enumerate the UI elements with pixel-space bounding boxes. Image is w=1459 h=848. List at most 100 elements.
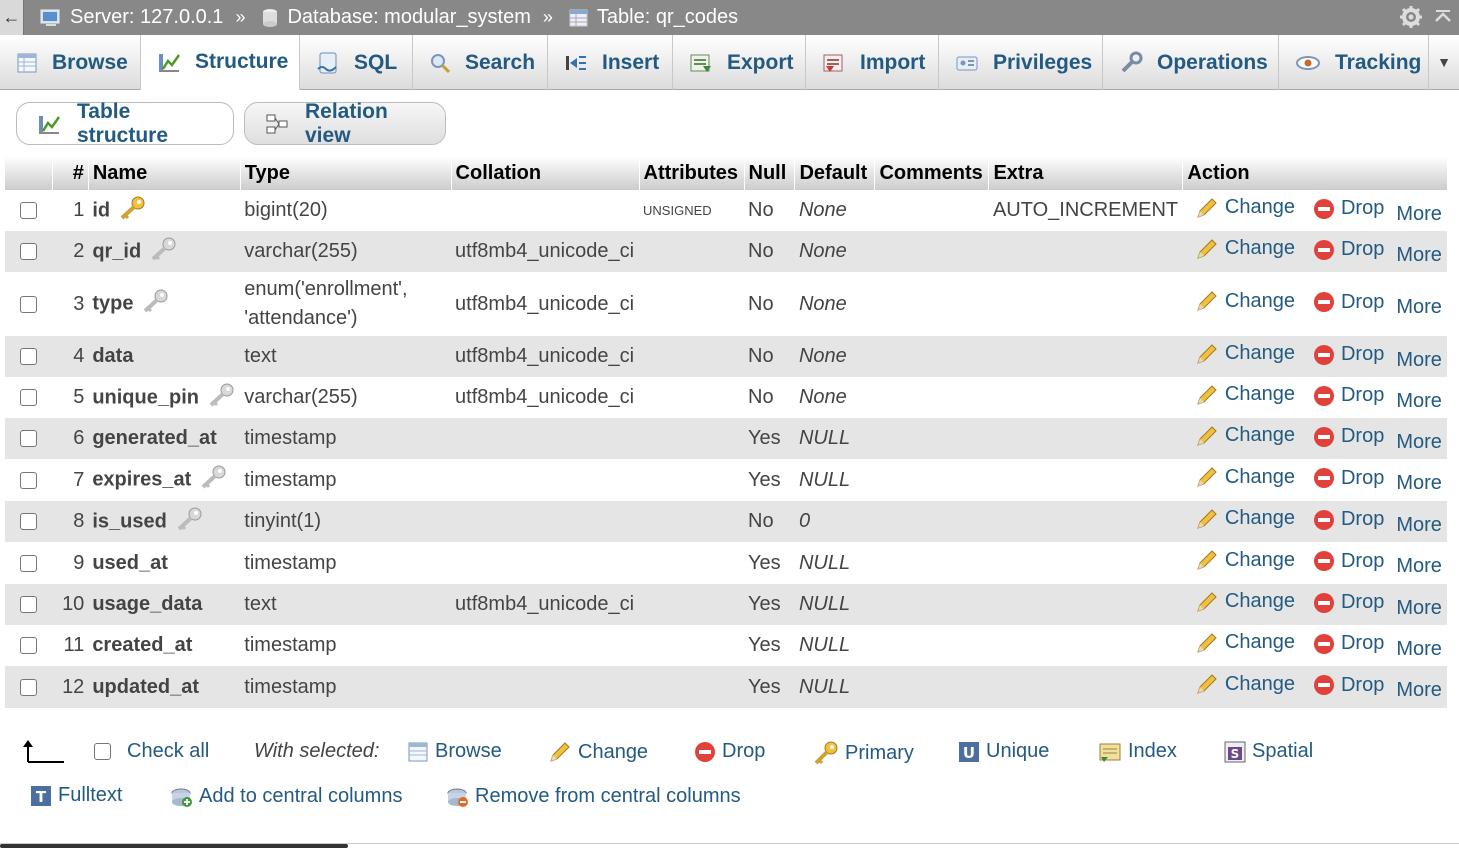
change-label[interactable]: Change: [1225, 342, 1295, 365]
drop-label[interactable]: Drop: [1341, 238, 1384, 261]
change-button[interactable]: Change: [1195, 672, 1295, 696]
bulk-drop-label[interactable]: Drop: [722, 740, 765, 763]
breadcrumb-server-label[interactable]: Server: 127.0.0.1: [70, 6, 223, 29]
more-button[interactable]: More: [1396, 203, 1442, 225]
bulk-unique-button[interactable]: U Unique: [958, 740, 1049, 763]
bulk-spatial-label[interactable]: Spatial: [1252, 740, 1313, 763]
change-button[interactable]: Change: [1195, 465, 1295, 489]
tab-label[interactable]: Privileges: [993, 51, 1092, 75]
drop-button[interactable]: Drop: [1313, 343, 1384, 366]
more-button[interactable]: More: [1396, 638, 1442, 660]
tab-browse[interactable]: Browse: [0, 35, 141, 90]
check-all-checkbox[interactable]: [94, 743, 111, 760]
row-checkbox[interactable]: [19, 471, 37, 489]
bulk-index-button[interactable]: Index: [1098, 740, 1177, 763]
tab-sql[interactable]: SQL: [300, 35, 413, 90]
drop-label[interactable]: Drop: [1341, 467, 1384, 490]
change-label[interactable]: Change: [1225, 507, 1295, 530]
bulk-index-label[interactable]: Index: [1128, 740, 1177, 763]
tab-label[interactable]: Operations: [1157, 51, 1268, 75]
subtab-label[interactable]: Table structure: [77, 100, 219, 148]
change-label[interactable]: Change: [1225, 237, 1295, 260]
tab-label[interactable]: Import: [860, 51, 925, 75]
breadcrumb-table-label[interactable]: Table: qr_codes: [597, 6, 738, 29]
tab-label[interactable]: Structure: [195, 50, 288, 74]
drop-label[interactable]: Drop: [1341, 674, 1384, 697]
drop-label[interactable]: Drop: [1341, 384, 1384, 407]
change-button[interactable]: Change: [1195, 196, 1295, 220]
tab-insert[interactable]: Insert: [548, 35, 673, 90]
gear-icon[interactable]: [1399, 5, 1423, 35]
change-label[interactable]: Change: [1225, 290, 1295, 313]
bulk-primary-label[interactable]: Primary: [845, 742, 914, 765]
more-button[interactable]: More: [1396, 555, 1442, 577]
change-button[interactable]: Change: [1195, 631, 1295, 655]
bulk-primary-button[interactable]: Primary: [813, 740, 914, 766]
change-button[interactable]: Change: [1195, 237, 1295, 261]
bulk-remove-central-button[interactable]: Remove from central columns: [445, 784, 741, 808]
tab-label[interactable]: Export: [727, 51, 794, 75]
more-button[interactable]: More: [1396, 349, 1442, 371]
change-button[interactable]: Change: [1195, 342, 1295, 366]
change-button[interactable]: Change: [1195, 507, 1295, 531]
tab-label[interactable]: SQL: [354, 51, 397, 75]
drop-button[interactable]: Drop: [1313, 467, 1384, 490]
change-label[interactable]: Change: [1225, 590, 1295, 613]
bulk-fulltext-label[interactable]: Fulltext: [58, 784, 122, 807]
drop-label[interactable]: Drop: [1341, 197, 1384, 220]
tab-search[interactable]: Search: [413, 35, 548, 90]
row-checkbox[interactable]: [19, 348, 37, 366]
row-checkbox[interactable]: [19, 637, 37, 655]
horizontal-scrollbar[interactable]: [0, 844, 348, 848]
subtab-table-structure[interactable]: Table structure: [16, 100, 234, 148]
change-label[interactable]: Change: [1225, 631, 1295, 654]
drop-label[interactable]: Drop: [1341, 343, 1384, 366]
drop-button[interactable]: Drop: [1313, 197, 1384, 220]
bulk-change-button[interactable]: Change: [548, 740, 648, 764]
drop-button[interactable]: Drop: [1313, 291, 1384, 314]
row-checkbox[interactable]: [19, 554, 37, 572]
bulk-fulltext-button[interactable]: T Fulltext: [30, 784, 122, 807]
bulk-add-central-button[interactable]: Add to central columns: [169, 784, 402, 808]
drop-label[interactable]: Drop: [1341, 632, 1384, 655]
row-checkbox[interactable]: [19, 430, 37, 448]
breadcrumb-database[interactable]: Database: modular_system: [261, 6, 531, 29]
drop-label[interactable]: Drop: [1341, 591, 1384, 614]
back-arrow-icon[interactable]: ←: [0, 0, 24, 35]
bulk-browse-button[interactable]: Browse: [407, 740, 502, 763]
change-label[interactable]: Change: [1225, 383, 1295, 406]
drop-button[interactable]: Drop: [1313, 632, 1384, 655]
tab-privileges[interactable]: Privileges: [939, 35, 1103, 90]
more-button[interactable]: More: [1396, 390, 1442, 412]
bulk-browse-label[interactable]: Browse: [435, 740, 502, 763]
bulk-remove-central-label[interactable]: Remove from central columns: [475, 785, 741, 808]
bulk-change-label[interactable]: Change: [578, 741, 648, 764]
change-label[interactable]: Change: [1225, 196, 1295, 219]
change-button[interactable]: Change: [1195, 548, 1295, 572]
bulk-add-central-label[interactable]: Add to central columns: [199, 785, 402, 808]
row-checkbox[interactable]: [19, 389, 37, 407]
row-checkbox[interactable]: [19, 243, 37, 261]
check-all[interactable]: Check all: [94, 740, 209, 763]
subtab-relation-view[interactable]: Relation view: [244, 100, 446, 147]
drop-button[interactable]: Drop: [1313, 591, 1384, 614]
tab-operations[interactable]: Operations: [1103, 35, 1279, 90]
more-button[interactable]: More: [1396, 514, 1442, 536]
tab-label[interactable]: Browse: [52, 51, 128, 75]
tab-label[interactable]: Tracking: [1335, 51, 1421, 75]
drop-label[interactable]: Drop: [1341, 550, 1384, 573]
bulk-unique-label[interactable]: Unique: [986, 740, 1049, 763]
collapse-icon[interactable]: [1433, 7, 1453, 33]
change-button[interactable]: Change: [1195, 289, 1295, 313]
more-button[interactable]: More: [1396, 472, 1442, 494]
change-label[interactable]: Change: [1225, 466, 1295, 489]
tab-export[interactable]: Export: [673, 35, 806, 90]
row-checkbox[interactable]: [19, 202, 37, 220]
drop-button[interactable]: Drop: [1313, 384, 1384, 407]
change-button[interactable]: Change: [1195, 590, 1295, 614]
change-label[interactable]: Change: [1225, 549, 1295, 572]
drop-button[interactable]: Drop: [1313, 238, 1384, 261]
change-button[interactable]: Change: [1195, 383, 1295, 407]
row-checkbox[interactable]: [19, 678, 37, 696]
more-button[interactable]: More: [1396, 431, 1442, 453]
